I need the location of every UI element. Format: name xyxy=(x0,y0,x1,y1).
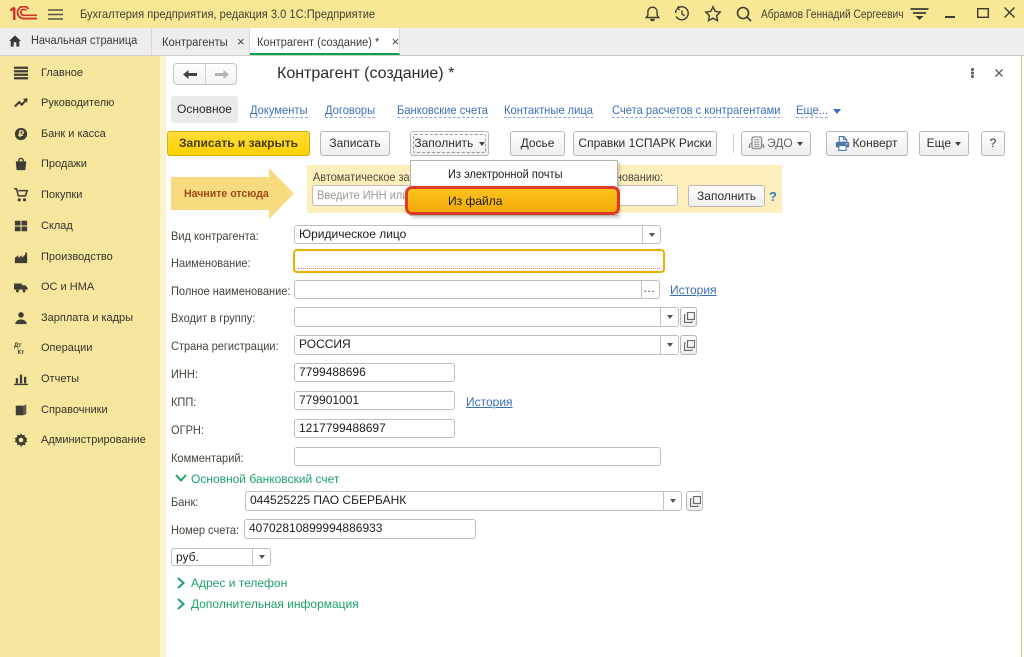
svg-text:Дт: Дт xyxy=(14,342,21,349)
svg-text:₽: ₽ xyxy=(18,129,24,139)
svg-text:Кт: Кт xyxy=(18,349,25,355)
